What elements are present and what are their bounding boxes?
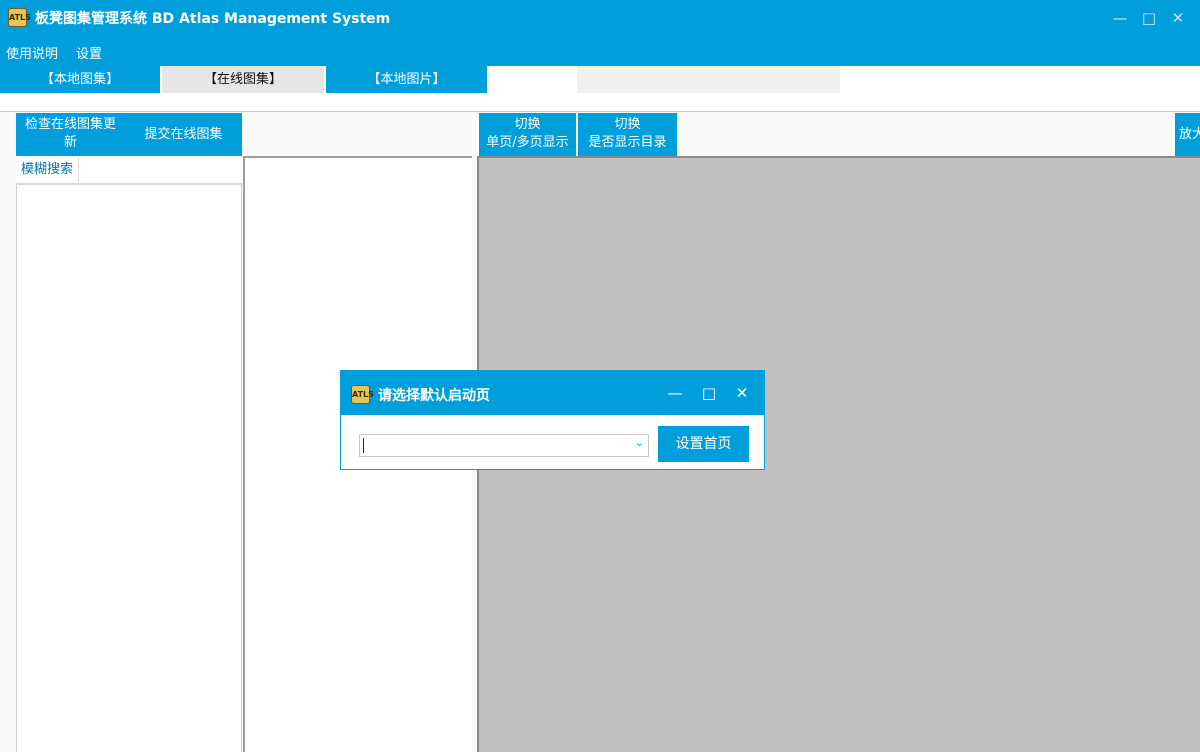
- atlas-list-panel[interactable]: [16, 183, 242, 752]
- window-title: 板凳图集管理系统 BD Atlas Management System: [35, 11, 391, 27]
- fuzzy-search-label: 模糊搜索: [16, 157, 79, 183]
- dialog-maximize-button[interactable]: □: [699, 383, 719, 403]
- maximize-button[interactable]: □: [1138, 7, 1160, 29]
- tab-online-atlas[interactable]: 【在线图集】: [162, 66, 324, 93]
- set-home-page-button[interactable]: 设置首页: [658, 426, 749, 462]
- menu-item-help[interactable]: 使用说明: [6, 43, 58, 62]
- submit-online-atlas-button[interactable]: 提交在线图集: [125, 113, 242, 156]
- toggle-page-label-line1: 切换: [514, 117, 541, 132]
- app-logo-icon: ATLS: [8, 8, 31, 27]
- tab-bar-empty-area: [577, 66, 840, 93]
- check-update-label-line2: 新: [63, 135, 77, 150]
- search-input[interactable]: [79, 157, 241, 183]
- toggle-single-multi-page-button[interactable]: 切换 单页/多页显示: [479, 113, 576, 156]
- close-button[interactable]: ✕: [1167, 7, 1189, 29]
- tab-local-atlas[interactable]: 【本地图集】: [0, 66, 160, 93]
- dialog-close-button[interactable]: ✕: [732, 383, 752, 403]
- text-caret: [363, 438, 364, 453]
- title-bar: ATLS 板凳图集管理系统 BD Atlas Management System…: [0, 0, 1200, 38]
- dialog-app-icon: ATLS: [351, 385, 374, 404]
- default-start-page-dialog: ATLS 请选择默认启动页 — □ ✕ ⌄ 设置首页: [340, 370, 765, 470]
- menu-item-settings[interactable]: 设置: [76, 43, 102, 62]
- tab-local-images[interactable]: 【本地图片】: [326, 66, 487, 93]
- tab-bar: 【本地图集】 【在线图集】 【本地图片】: [0, 66, 1200, 93]
- toggle-toc-label-line2: 是否显示目录: [588, 135, 667, 150]
- toggle-page-label-line2: 单页/多页显示: [486, 135, 569, 150]
- chevron-down-icon[interactable]: ⌄: [635, 436, 644, 449]
- toggle-toc-label-line1: 切换: [614, 117, 641, 132]
- dialog-title: 请选择默认启动页: [378, 388, 490, 404]
- dialog-title-bar: ATLS 请选择默认启动页 — □ ✕: [341, 371, 764, 415]
- start-page-select[interactable]: ⌄: [359, 434, 649, 457]
- check-online-update-button[interactable]: 检查在线图集更 新: [16, 113, 125, 156]
- check-update-label-line1: 检查在线图集更: [24, 117, 116, 132]
- toggle-toc-button[interactable]: 切换 是否显示目录: [578, 113, 677, 156]
- menu-bar: 使用说明 设置: [0, 38, 1200, 66]
- dialog-minimize-button[interactable]: —: [665, 383, 685, 403]
- zoom-in-button[interactable]: 放大: [1175, 113, 1200, 156]
- minimize-button[interactable]: —: [1109, 7, 1131, 29]
